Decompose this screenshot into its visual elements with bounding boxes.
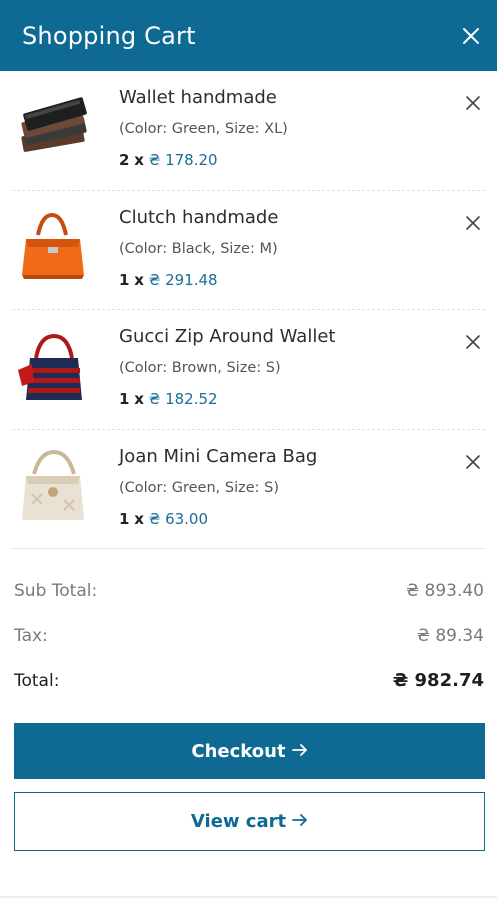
red-navy-bag-image[interactable] [12, 324, 94, 408]
item-price-line: 1 x ₴ 63.00 [119, 510, 208, 528]
quantity-times: x [134, 151, 144, 169]
arrow-right-icon [291, 741, 308, 762]
item-price-line: 2 x ₴ 178.20 [119, 151, 218, 169]
item-quantity: 1 [119, 509, 130, 528]
cart-item: Clutch handmade (Color: Black, Size: M) … [12, 191, 485, 310]
arrow-right-icon [292, 811, 308, 832]
item-name[interactable]: Joan Mini Camera Bag [119, 446, 317, 467]
tax-value: ₴ 89.34 [416, 625, 484, 646]
item-price-line: 1 x ₴ 182.52 [119, 390, 218, 408]
item-price: ₴ 178.20 [148, 151, 218, 169]
item-name[interactable]: Clutch handmade [119, 207, 278, 228]
view-cart-button[interactable]: View cart [14, 792, 485, 851]
total-label: Total: [14, 670, 60, 691]
remove-item-icon[interactable] [461, 91, 485, 115]
item-quantity: 1 [119, 270, 130, 289]
item-variant: (Color: Black, Size: M) [119, 240, 278, 257]
cart-item: Joan Mini Camera Bag (Color: Green, Size… [12, 430, 485, 549]
quantity-times: x [134, 509, 144, 528]
cart-item: Wallet handmade (Color: Green, Size: XL)… [12, 71, 485, 191]
item-variant: (Color: Brown, Size: S) [119, 360, 281, 376]
quantity-times: x [134, 270, 144, 289]
item-price: ₴ 291.48 [148, 270, 218, 289]
remove-item-icon[interactable] [461, 211, 485, 235]
remove-item-icon[interactable] [461, 330, 485, 354]
cart-item: Gucci Zip Around Wallet (Color: Brown, S… [12, 310, 485, 430]
item-quantity: 1 [119, 390, 130, 408]
item-price: ₴ 182.52 [148, 390, 218, 408]
checkout-label: Checkout [191, 740, 286, 762]
item-variant: (Color: Green, Size: XL) [119, 121, 288, 137]
wallet-stack-image[interactable] [12, 85, 94, 169]
item-variant: (Color: Green, Size: S) [119, 479, 280, 496]
beige-bag-image[interactable] [12, 444, 94, 528]
cart-totals: Sub Total: ₴ 893.40 Tax: ₴ 89.34 Total: … [14, 568, 484, 703]
total-row: Total: ₴ 982.74 [14, 658, 484, 703]
remove-item-icon[interactable] [461, 450, 485, 474]
page-title: Shopping Cart [22, 21, 196, 50]
bottom-divider [0, 896, 497, 898]
tax-label: Tax: [14, 625, 48, 646]
checkout-button[interactable]: Checkout [14, 723, 485, 779]
item-quantity: 2 [119, 151, 130, 169]
tax-row: Tax: ₴ 89.34 [14, 613, 484, 658]
total-value: ₴ 982.74 [392, 670, 484, 691]
item-name[interactable]: Gucci Zip Around Wallet [119, 326, 335, 347]
subtotal-row: Sub Total: ₴ 893.40 [14, 568, 484, 613]
quantity-times: x [134, 390, 144, 408]
close-icon[interactable] [457, 22, 485, 50]
item-price: ₴ 63.00 [148, 509, 209, 528]
cart-header: Shopping Cart [0, 0, 497, 71]
view-cart-label: View cart [190, 811, 287, 832]
item-name[interactable]: Wallet handmade [119, 87, 277, 108]
item-price-line: 1 x ₴ 291.48 [119, 271, 218, 289]
cart-items-list: Wallet handmade (Color: Green, Size: XL)… [0, 71, 497, 549]
orange-handbag-image[interactable] [12, 205, 94, 289]
subtotal-value: ₴ 893.40 [405, 580, 484, 601]
subtotal-label: Sub Total: [14, 580, 98, 601]
